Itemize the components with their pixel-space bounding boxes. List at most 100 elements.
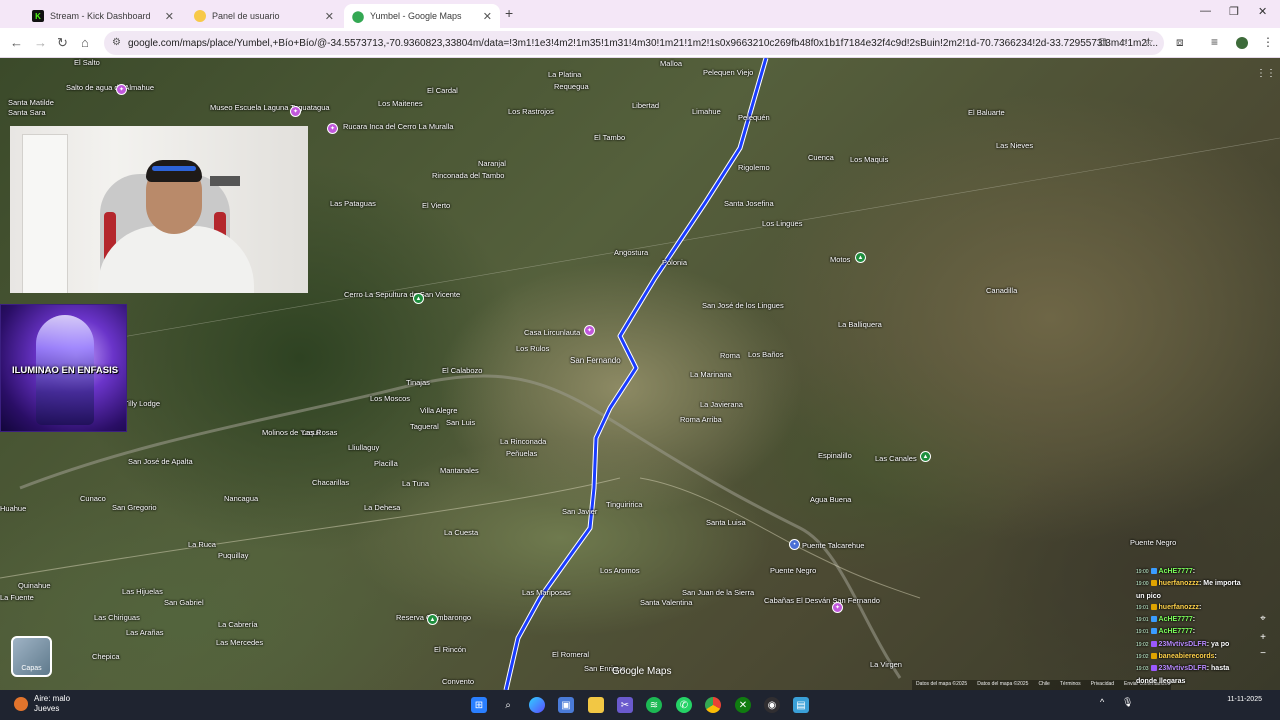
place-label[interactable]: San Fernando [570, 356, 621, 365]
whatsapp-icon[interactable]: ✆ [676, 697, 692, 713]
extensions-icon[interactable]: ⧈ [1176, 35, 1184, 50]
place-label[interactable]: Peñuelas [506, 449, 537, 458]
poi-pink-pin-icon[interactable]: ✦ [290, 106, 301, 117]
place-label[interactable]: La Dehesa [364, 503, 400, 512]
place-label[interactable]: Libertad [632, 101, 659, 110]
place-label[interactable]: Los Lingues [762, 219, 802, 228]
place-label[interactable]: Rinconada del Tambo [432, 171, 504, 180]
place-label[interactable]: Santa Valentina [640, 598, 692, 607]
place-label[interactable]: Las Arañas [126, 628, 164, 637]
place-label[interactable]: Salto de agua de Almahue [66, 83, 154, 92]
poi-pink-pin-icon[interactable]: ✦ [832, 602, 843, 613]
place-label[interactable]: Puente Negro [770, 566, 816, 575]
home-icon[interactable]: ⌂ [81, 35, 89, 50]
grid-apps-icon[interactable]: ⋮⋮ [1256, 68, 1276, 82]
profile-avatar[interactable] [1236, 37, 1248, 49]
place-label[interactable]: Tinajas [406, 378, 430, 387]
place-label[interactable]: Malloa [660, 59, 682, 68]
place-label[interactable]: Naranjal [478, 159, 506, 168]
place-label[interactable]: El Calabozo [442, 366, 482, 375]
bookmark-star-icon[interactable]: ☆ [1143, 35, 1154, 49]
place-label[interactable]: La Platina [548, 70, 581, 79]
chrome-icon[interactable] [705, 697, 721, 713]
place-label[interactable]: Rigolemo [738, 163, 770, 172]
poi-green-pin-icon[interactable]: ▲ [413, 293, 424, 304]
place-label[interactable]: Tilly Lodge [124, 399, 160, 408]
place-label[interactable]: San José de los Lingues [702, 301, 784, 310]
place-label[interactable]: El Salto [74, 58, 100, 67]
place-label[interactable]: Rucara Inca del Cerro La Muralla [343, 122, 453, 131]
tray-overflow-icon[interactable]: ^ [1100, 697, 1104, 707]
place-label[interactable]: Las Pataguas [330, 199, 376, 208]
close-window-icon[interactable]: ✕ [1258, 5, 1267, 18]
close-tab-icon[interactable]: ✕ [483, 10, 492, 23]
place-label[interactable]: San Gabriel [164, 598, 204, 607]
new-tab-icon[interactable]: + [505, 5, 513, 21]
place-label[interactable]: San José de Apalta [128, 457, 193, 466]
place-label[interactable]: Puente Talcarehue [802, 541, 864, 550]
place-label[interactable]: Cunaco [80, 494, 106, 503]
place-label[interactable]: El Vierto [422, 201, 450, 210]
attribution-text[interactable]: Privacidad [1091, 681, 1114, 689]
poi-green-pin-icon[interactable]: ▲ [920, 451, 931, 462]
place-label[interactable]: Cabañas El Desván San Fernando [764, 596, 880, 605]
place-label[interactable]: Cerro La Sepultura de San Vicente [344, 290, 460, 299]
poi-pink-pin-icon[interactable]: ✦ [116, 84, 127, 95]
place-label[interactable]: Espinalillo [818, 451, 852, 460]
tab-google-maps[interactable]: ⬤ Yumbel - Google Maps ✕ [344, 4, 500, 28]
tab-kick-dashboard[interactable]: K Stream - Kick Dashboard ✕ [24, 4, 182, 28]
place-label[interactable]: El Rincón [434, 645, 466, 654]
close-tab-icon[interactable]: ✕ [165, 10, 174, 23]
place-label[interactable]: San Javier [562, 507, 597, 516]
poi-pink-pin-icon[interactable]: ✦ [584, 325, 595, 336]
place-label[interactable]: Santa Luisa [706, 518, 746, 527]
place-label[interactable]: La Marinana [690, 370, 732, 379]
poi-blue-pin-icon[interactable]: • [789, 539, 800, 550]
place-label[interactable]: El Cardal [427, 86, 458, 95]
windows-start-icon[interactable]: ⊞ [471, 697, 487, 713]
place-label[interactable]: Nancagua [224, 494, 258, 503]
snipping-tool-icon[interactable]: ✂ [617, 697, 633, 713]
place-label[interactable]: Las Chiriguas [94, 613, 140, 622]
place-label[interactable]: Huahue [0, 504, 26, 513]
place-label[interactable]: Canadilla [986, 286, 1017, 295]
place-label[interactable]: Los Aromos [600, 566, 640, 575]
place-label[interactable]: Pelequen Viejo [703, 68, 753, 77]
place-label[interactable]: Cuenca [808, 153, 834, 162]
place-label[interactable]: Tagueral [410, 422, 439, 431]
place-label[interactable]: Puente Negro [1130, 538, 1176, 547]
place-label[interactable]: La Rinconada [500, 437, 546, 446]
place-label[interactable]: Mantanales [440, 466, 479, 475]
place-label[interactable]: Agua Buena [810, 495, 851, 504]
place-label[interactable]: Angostura [614, 248, 648, 257]
close-tab-icon[interactable]: ✕ [325, 10, 334, 23]
place-label[interactable]: Los Rastrojos [508, 107, 554, 116]
place-label[interactable]: Placilla [374, 459, 398, 468]
place-label[interactable]: Las Mariposas [522, 588, 571, 597]
place-label[interactable]: La Javierana [700, 400, 743, 409]
media-icon[interactable]: ≡ [1211, 35, 1218, 49]
place-label[interactable]: La Virgen [870, 660, 902, 669]
layers-button[interactable]: Capas [11, 636, 52, 677]
attribution-text[interactable]: Términos [1060, 681, 1081, 689]
place-label[interactable]: Lliullaguy [348, 443, 379, 452]
reload-icon[interactable]: ↻ [57, 35, 68, 51]
place-label[interactable]: Las Nieves [996, 141, 1033, 150]
place-label[interactable]: La Balliquera [838, 320, 882, 329]
place-label[interactable]: Las Hijuelas [122, 587, 163, 596]
menu-kebab-icon[interactable]: ⋮ [1262, 35, 1274, 49]
microphone-icon[interactable]: 🎙 [1122, 697, 1133, 708]
search-icon[interactable]: ⌕ [500, 697, 516, 713]
maximize-icon[interactable]: ❐ [1229, 5, 1239, 18]
xbox-icon[interactable]: ✕ [735, 697, 751, 713]
place-label[interactable]: Puquillay [218, 551, 248, 560]
place-label[interactable]: Villa Alegre [420, 406, 457, 415]
place-label[interactable]: Las Mercedes [216, 638, 263, 647]
place-label[interactable]: Las Rosas [302, 428, 337, 437]
place-label[interactable]: San Gregorio [112, 503, 157, 512]
place-label[interactable]: La Cabrería [218, 620, 258, 629]
notepad-icon[interactable]: ▤ [793, 697, 809, 713]
place-label[interactable]: Roma [720, 351, 740, 360]
copilot-icon[interactable] [529, 697, 545, 713]
place-label[interactable]: Tinguiririca [606, 500, 642, 509]
